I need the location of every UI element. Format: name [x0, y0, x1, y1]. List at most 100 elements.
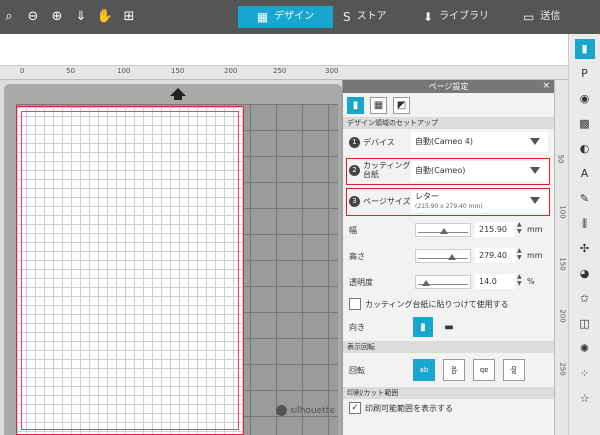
- trace-icon[interactable]: ◫: [575, 314, 595, 334]
- store-icon: S: [343, 10, 351, 24]
- zoom-fit-icon[interactable]: ⊕: [48, 8, 66, 26]
- transparency-unit: %: [527, 277, 535, 286]
- panel-title-bar: ページ設定 ×: [343, 80, 554, 93]
- rotate-90-button[interactable]: ab: [443, 359, 465, 381]
- height-label: 高さ: [349, 252, 365, 261]
- palette-icon[interactable]: ◉: [575, 89, 595, 109]
- width-row: 幅 215.90 ▲ ▼ mm: [343, 217, 554, 243]
- text-icon[interactable]: A: [575, 164, 595, 184]
- orientation-row: 向き ▮ ▬: [343, 313, 554, 341]
- top-toolbar: ⌕ ⊖ ⊕ ⇓ ✋ ⊞ ▦ デザイン S ストア ⬇ ライブラリ ▭ 送信: [0, 0, 600, 34]
- step-number: 1: [349, 136, 360, 148]
- landscape-icon[interactable]: ▬: [439, 317, 459, 337]
- ruler-tick: 100: [558, 205, 567, 219]
- pixscan-icon[interactable]: P: [575, 64, 595, 84]
- rotate-270-button[interactable]: ab: [503, 359, 525, 381]
- device-select[interactable]: 自動(Cameo 4): [411, 132, 548, 152]
- ruler-tick: 150: [558, 257, 567, 271]
- ruler-tick: 200: [224, 67, 238, 75]
- registration-tab-icon[interactable]: ◩: [393, 96, 410, 114]
- modify-icon[interactable]: ◕: [575, 264, 595, 284]
- slider-thumb[interactable]: [448, 254, 456, 260]
- mat-row: 2 カッティング用台紙 自動(Cameo): [343, 155, 554, 185]
- sketch-icon[interactable]: ✎: [575, 189, 595, 209]
- page-size-value: レター: [415, 192, 439, 201]
- chevron-down-icon: [530, 167, 540, 174]
- watermark-text: silhouette: [290, 405, 335, 416]
- height-unit: mm: [527, 251, 543, 260]
- transparency-label: 透明度: [349, 278, 373, 287]
- tab-design[interactable]: ▦ デザイン: [238, 6, 333, 28]
- replicate-icon[interactable]: ✣: [575, 239, 595, 259]
- mat-select[interactable]: 自動(Cameo): [411, 161, 548, 181]
- page-size-row: 3 ページサイズ レター (215.90 x 279.40 mm): [343, 185, 554, 217]
- stepper-icon[interactable]: ▲ ▼: [517, 247, 522, 261]
- height-row: 高さ 279.40 ▲ ▼ mm: [343, 243, 554, 269]
- pan-hand-icon[interactable]: ✋: [96, 8, 114, 26]
- page-setup-panel: ページ設定 × ▮ ▦ ◩ デザイン領域のセットアップ 1 デバイス 自動(Ca…: [342, 80, 554, 435]
- tab-label: ライブラリ: [439, 11, 490, 22]
- section-rotate: 表示回転: [343, 341, 554, 353]
- ruler-tick: 150: [171, 67, 185, 75]
- page-size-select[interactable]: レター (215.90 x 279.40 mm): [411, 191, 548, 213]
- ruler-vertical: 50 100 150 200 250: [554, 80, 568, 435]
- grid-tab-icon[interactable]: ▦: [370, 96, 387, 114]
- show-print-area-row: ✓ 印刷可能範囲を表示する: [343, 399, 554, 417]
- cut-border: [21, 111, 239, 430]
- tab-label: ストア: [356, 11, 387, 22]
- stepper-icon[interactable]: ▲ ▼: [517, 221, 522, 235]
- offset-icon[interactable]: ✩: [575, 289, 595, 309]
- width-input[interactable]: 215.90: [475, 222, 515, 237]
- rotate-180-button[interactable]: ab: [473, 359, 495, 381]
- fill-icon[interactable]: ▩: [575, 114, 595, 134]
- tab-send[interactable]: ▭ 送信: [513, 6, 570, 28]
- ruler-tick: 250: [273, 67, 287, 75]
- show-print-area-checkbox[interactable]: ✓: [349, 402, 361, 414]
- stick-to-mat-label: カッティング台紙に貼りつけて使用する: [365, 299, 509, 309]
- stick-to-mat-row: カッティング台紙に貼りつけて使用する: [343, 295, 554, 313]
- ruler-horizontal: 0 50 100 150 200 250 300: [0, 66, 582, 80]
- section-print: 印刷/カット範囲: [343, 387, 554, 399]
- ruler-tick: 250: [558, 362, 567, 376]
- stick-to-mat-checkbox[interactable]: [349, 298, 361, 310]
- fit-page-icon[interactable]: ⊞: [120, 8, 138, 26]
- ruler-tick: 0: [20, 67, 25, 75]
- transparency-slider[interactable]: [415, 275, 471, 289]
- width-slider[interactable]: [415, 223, 471, 237]
- width-label: 幅: [349, 226, 357, 235]
- height-input[interactable]: 279.40: [475, 248, 515, 263]
- view-tools: ⌕ ⊖ ⊕ ⇓ ✋ ⊞: [0, 8, 138, 26]
- portrait-icon[interactable]: ▮: [413, 317, 433, 337]
- slider-thumb[interactable]: [422, 280, 430, 286]
- star-icon[interactable]: ☆: [575, 389, 595, 409]
- width-unit: mm: [527, 225, 543, 234]
- orientation-label: 向き: [349, 322, 365, 332]
- design-page[interactable]: [16, 106, 244, 435]
- page-size-dimensions: (215.90 x 279.40 mm): [415, 203, 483, 210]
- transform-icon[interactable]: ✺: [575, 339, 595, 359]
- tab-label: 送信: [540, 11, 561, 22]
- close-icon[interactable]: ×: [542, 80, 550, 93]
- secondary-toolbar: [0, 34, 582, 66]
- dots-icon[interactable]: ⁘: [575, 364, 595, 384]
- feed-direction-icon: [170, 88, 186, 100]
- show-print-area-label: 印刷可能範囲を表示する: [365, 403, 453, 413]
- move-down-icon[interactable]: ⇓: [72, 8, 90, 26]
- tab-library[interactable]: ⬇ ライブラリ: [413, 6, 513, 28]
- half-circle-icon[interactable]: ◐: [575, 139, 595, 159]
- silhouette-logo-icon: [276, 405, 287, 416]
- page-tab-icon[interactable]: ▮: [347, 96, 364, 114]
- page-setup-icon[interactable]: ▮: [574, 39, 595, 59]
- ruler-tick: 200: [558, 309, 567, 323]
- slider-thumb[interactable]: [440, 228, 448, 234]
- tab-label: デザイン: [274, 11, 315, 22]
- tab-store[interactable]: S ストア: [333, 6, 413, 28]
- rotate-0-button[interactable]: ab: [413, 359, 435, 381]
- zoom-icon[interactable]: ⌕: [0, 8, 18, 26]
- panel-title: ページ設定: [428, 82, 469, 91]
- zoom-out-icon[interactable]: ⊖: [24, 8, 42, 26]
- align-icon[interactable]: ⫼: [575, 214, 595, 234]
- height-slider[interactable]: [415, 249, 471, 263]
- transparency-input[interactable]: 14.0: [475, 274, 515, 289]
- stepper-icon[interactable]: ▲ ▼: [517, 273, 522, 287]
